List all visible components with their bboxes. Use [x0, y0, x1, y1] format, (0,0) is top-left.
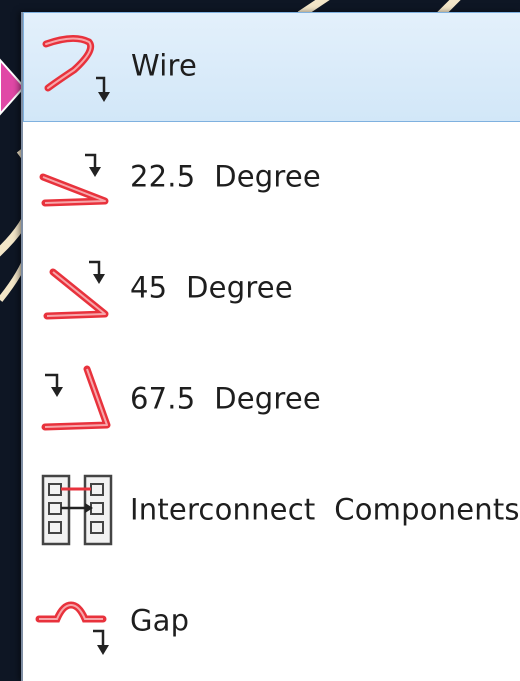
gap-icon	[33, 577, 123, 667]
interconnect-components-icon	[33, 466, 123, 556]
menu-item-interconnect-components[interactable]: Interconnect Components	[23, 455, 520, 566]
menu-item-label: 45 Degree	[130, 270, 293, 305]
wire-45-degree-icon	[33, 244, 123, 334]
menu-item-wire[interactable]: Wire	[23, 12, 520, 122]
menu-item-label: 67.5 Degree	[130, 381, 321, 416]
menu-item-45-degree[interactable]: 45 Degree	[23, 233, 520, 344]
menu-item-67-5-degree[interactable]: 67.5 Degree	[23, 344, 520, 455]
menu-item-22-5-degree[interactable]: 22.5 Degree	[23, 122, 520, 233]
menu-item-label: 22.5 Degree	[130, 159, 321, 194]
wire-22-5-degree-icon	[33, 133, 123, 223]
wire-dropdown-menu: Wire 22.5 Degree 45 Degree 67.5 Degree I…	[21, 12, 520, 681]
menu-item-label: Gap	[130, 603, 190, 638]
wire-icon	[34, 22, 124, 112]
menu-item-label: Interconnect Components	[130, 492, 520, 527]
menu-item-gap[interactable]: Gap	[23, 566, 520, 677]
wire-67-5-degree-icon	[33, 355, 123, 445]
menu-item-label: Wire	[131, 48, 198, 83]
